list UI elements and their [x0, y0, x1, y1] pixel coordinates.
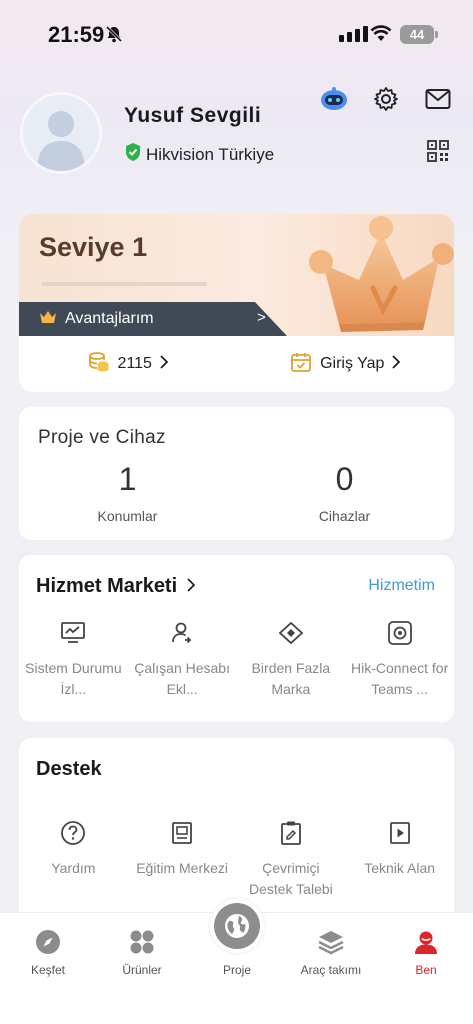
locations-count: 1: [118, 461, 137, 497]
tab-arac-takimi[interactable]: Araç takımı: [291, 927, 371, 977]
support-label: Eğitim Merkezi: [136, 860, 229, 876]
checkin-label: Giriş Yap: [320, 355, 385, 372]
target-square-icon: [387, 618, 413, 648]
verified-shield-icon: [124, 142, 142, 167]
question-circle-icon: [60, 818, 86, 848]
benefits-button[interactable]: Avantajlarım >: [19, 302, 287, 336]
tab-label: Keşfet: [30, 963, 66, 977]
coins-icon: [88, 351, 110, 378]
service-label: Birden Fazla Marka: [251, 660, 331, 697]
support-grid: Yardım Eğitim Merkezi Çevrimiçi Destek T…: [19, 818, 454, 900]
person-icon: [386, 927, 466, 957]
battery-indicator: 44: [400, 25, 438, 44]
points-item[interactable]: 2115: [19, 336, 237, 392]
chevron-right-icon: [187, 575, 196, 598]
clipboard-edit-icon: [280, 818, 302, 848]
bell-off-icon: [104, 24, 124, 49]
tab-label: Ürünler: [122, 963, 162, 977]
service-market-title: Hizmet Marketi: [36, 575, 178, 597]
service-label: Çalışan Hesabı Ekl...: [134, 660, 230, 697]
tab-proje-label-wrap: Proje: [197, 957, 277, 977]
user-name[interactable]: Yusuf Sevgili: [124, 104, 261, 128]
compass-icon: [8, 927, 88, 957]
service-item[interactable]: Birden Fazla Marka: [237, 618, 346, 700]
organization-name: Hikvision Türkiye: [146, 144, 275, 164]
level-progress-bar: [41, 282, 207, 286]
chevron-right-icon: [392, 354, 401, 374]
level-title: Seviye 1: [39, 232, 148, 262]
tab-bar: Keşfet Ürünler Proje Araç takımı Ben: [0, 899, 473, 1024]
chevron-right-icon: [160, 354, 169, 374]
benefits-arrow: >: [257, 309, 266, 326]
mail-icon[interactable]: [423, 84, 453, 114]
avatar[interactable]: [20, 92, 102, 174]
wifi-icon: [370, 24, 392, 47]
devices-stat[interactable]: 0 Cihazlar: [236, 461, 453, 524]
tab-label: Ben: [415, 963, 437, 977]
points-value: 2115: [117, 355, 152, 372]
tab-proje[interactable]: [210, 899, 264, 953]
service-item[interactable]: Sistem Durumu İzl...: [19, 618, 128, 700]
support-label: Teknik Alan: [364, 860, 436, 876]
book-icon: [171, 818, 193, 848]
crown-icon: [301, 214, 454, 347]
monitor-chart-icon: [60, 618, 86, 648]
service-item[interactable]: Hik-Connect for Teams ...: [345, 618, 454, 700]
support-title: Destek: [36, 758, 102, 780]
grid-icon: [102, 927, 182, 957]
tab-ben[interactable]: Ben: [386, 927, 466, 977]
project-device-card: Proje ve Cihaz 1 Konumlar 0 Cihazlar: [19, 407, 454, 540]
service-label: Sistem Durumu İzl...: [25, 660, 122, 697]
service-item[interactable]: Çalışan Hesabı Ekl...: [128, 618, 237, 700]
robot-assistant-icon[interactable]: [319, 84, 349, 114]
globe-icon: [214, 903, 260, 949]
service-market-card: Hizmet Marketi Hizmetim Sistem Durumu İz…: [19, 555, 454, 722]
locations-stat[interactable]: 1 Konumlar: [19, 461, 236, 524]
tab-urunler[interactable]: Ürünler: [102, 927, 182, 977]
project-card-title: Proje ve Cihaz: [38, 427, 166, 448]
support-item[interactable]: Eğitim Merkezi: [128, 818, 237, 900]
devices-count: 0: [335, 461, 354, 497]
service-label: Hik-Connect for Teams ...: [350, 660, 449, 697]
level-actions: 2115 Giriş Yap: [19, 336, 454, 392]
support-label: Çevrimiçi Destek Talebi: [248, 860, 333, 897]
qr-code-icon[interactable]: [427, 140, 449, 162]
tab-kesfet[interactable]: Keşfet: [8, 927, 88, 977]
checkin-item[interactable]: Giriş Yap: [237, 336, 455, 392]
my-services-link[interactable]: Hizmetim: [368, 577, 435, 595]
settings-gear-icon[interactable]: [371, 84, 401, 114]
tab-label: Proje: [222, 963, 251, 977]
support-item[interactable]: Yardım: [19, 818, 128, 900]
service-grid: Sistem Durumu İzl... Çalışan Hesabı Ekl.…: [19, 618, 454, 700]
support-label: Yardım: [51, 860, 96, 876]
layers-icon: [291, 927, 371, 957]
status-time: 21:59: [48, 22, 105, 47]
tab-label: Araç takımı: [300, 963, 362, 977]
service-market-header[interactable]: Hizmet Marketi: [36, 575, 196, 598]
cellular-signal-icon: [339, 26, 368, 42]
header-actions: [319, 84, 453, 114]
level-banner: Seviye 1 Avantajlarım >: [19, 214, 454, 336]
support-item[interactable]: Teknik Alan: [345, 818, 454, 900]
diamond-arrows-icon: [278, 618, 304, 648]
status-bar: 21:59 44: [0, 0, 473, 70]
small-crown-icon: [39, 310, 57, 329]
organization: Hikvision Türkiye: [124, 142, 274, 167]
user-add-icon: [170, 618, 194, 648]
level-card[interactable]: Seviye 1 Avantajlarım > 2115 Giriş Yap: [19, 214, 454, 392]
calendar-check-icon: [290, 351, 312, 378]
benefits-label: Avantajlarım: [65, 310, 154, 327]
locations-label: Konumlar: [97, 508, 158, 524]
devices-label: Cihazlar: [318, 508, 371, 524]
play-doc-icon: [389, 818, 411, 848]
support-item[interactable]: Çevrimiçi Destek Talebi: [237, 818, 346, 900]
